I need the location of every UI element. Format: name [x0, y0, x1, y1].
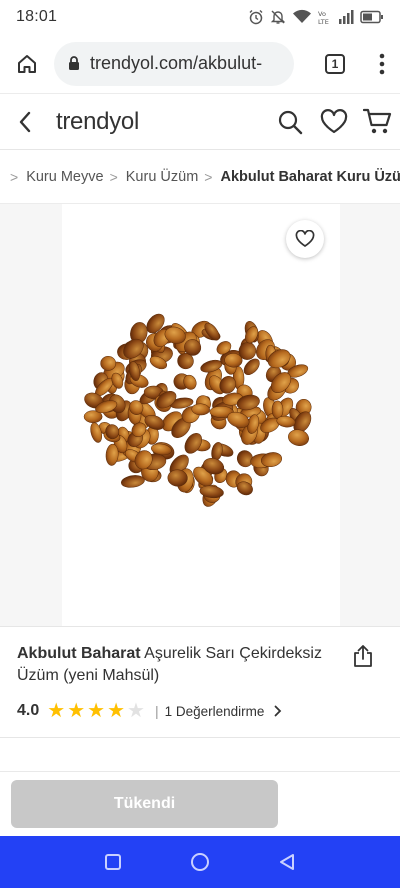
tab-switcher-button[interactable]: 1: [306, 34, 364, 94]
chevron-right-icon: [274, 705, 282, 717]
tabs-icon: 1: [325, 53, 345, 74]
recent-apps-button[interactable]: [93, 842, 133, 882]
mute-icon: [270, 10, 286, 24]
star-filled-icon: ★: [67, 700, 86, 722]
header-actions: [268, 94, 400, 150]
back-triangle-icon: [279, 854, 294, 870]
share-icon: [354, 645, 372, 667]
browser-toolbar: trendyol.com/akbulut- 1: [0, 34, 400, 94]
product-brand[interactable]: Akbulut Baharat: [17, 645, 141, 662]
rating-stars: ★ ★ ★ ★ ★: [47, 701, 145, 721]
cart-icon: [363, 108, 392, 133]
wifi-icon: [293, 9, 311, 23]
status-icons: Vo LTE: [248, 9, 384, 25]
reviews-link[interactable]: 1 Değerlendirme: [165, 704, 283, 719]
more-vert-icon: [379, 53, 385, 74]
signal-icon: [339, 10, 354, 24]
url-text: trendyol.com/akbulut-: [90, 53, 263, 73]
search-button[interactable]: [268, 94, 312, 150]
system-nav-bar: [0, 836, 400, 888]
breadcrumb-separator: >: [109, 168, 118, 185]
battery-icon: [360, 10, 383, 24]
svg-text:LTE: LTE: [318, 18, 329, 25]
raisin: [100, 356, 117, 371]
raisin: [105, 443, 119, 466]
purchase-bar: Tükendi: [0, 772, 400, 836]
product-info: Akbulut Baharat Aşurelik Sarı Çekirdeksi…: [0, 626, 400, 738]
rating-row: 4.0 ★ ★ ★ ★ ★ | 1 Değerlendirme: [17, 700, 282, 722]
site-header: trendyol: [0, 94, 400, 150]
star-filled-icon: ★: [87, 700, 106, 722]
cart-button[interactable]: [356, 94, 400, 150]
raisin: [288, 429, 309, 446]
favorites-button[interactable]: [312, 94, 356, 150]
breadcrumb-item-kuru-meyve[interactable]: Kuru Meyve: [26, 169, 103, 185]
raisin: [121, 475, 145, 488]
rating-value: 4.0: [17, 702, 40, 719]
back-arrow-icon: [19, 111, 31, 132]
volte-icon: VoLTE: [318, 10, 329, 25]
star-filled-icon: ★: [47, 700, 66, 722]
section-divider: [0, 738, 400, 772]
add-to-favorites-button[interactable]: [286, 220, 324, 258]
breadcrumb-separator: >: [10, 168, 19, 185]
home-circle-icon: [190, 853, 209, 871]
browser-menu-button[interactable]: [364, 34, 400, 94]
product-title: Akbulut Baharat Aşurelik Sarı Çekirdeksi…: [17, 643, 337, 687]
system-home-button[interactable]: [180, 842, 220, 882]
back-button[interactable]: [0, 94, 50, 150]
lock-icon: [69, 56, 79, 70]
star-filled-icon: ★: [107, 700, 125, 722]
breadcrumb-current: Akbulut Baharat Kuru Üzü: [220, 168, 400, 185]
alarm-icon: [249, 10, 263, 25]
recent-apps-icon: [105, 854, 122, 870]
breadcrumb-separator: >: [204, 168, 213, 185]
sold-out-button[interactable]: Tükendi: [11, 780, 278, 828]
review-count: 1 Değerlendirme: [164, 703, 265, 719]
heart-icon: [320, 108, 348, 133]
breadcrumb-item-kuru-uzum[interactable]: Kuru Üzüm: [126, 169, 199, 185]
raisin: [271, 400, 284, 419]
status-time: 18:01: [16, 8, 58, 25]
browser-home-button[interactable]: [0, 34, 54, 94]
address-bar[interactable]: trendyol.com/akbulut-: [54, 41, 294, 86]
system-back-button[interactable]: [267, 842, 307, 882]
tab-count: 1: [331, 56, 339, 71]
heart-outline-icon: [295, 230, 315, 247]
svg-text:Vo: Vo: [318, 10, 326, 18]
breadcrumb: > Kuru Meyve > Kuru Üzüm > Akbulut Bahar…: [0, 150, 400, 204]
share-button[interactable]: [350, 643, 376, 669]
raisins-pile-image: [83, 313, 312, 507]
home-icon: [18, 54, 36, 73]
trendyol-logo[interactable]: trendyol: [56, 108, 139, 136]
search-icon: [278, 110, 303, 134]
rating-separator: |: [154, 703, 159, 719]
status-bar: 18:01 Vo LTE: [0, 0, 400, 34]
star-empty-icon: ★: [127, 700, 145, 722]
